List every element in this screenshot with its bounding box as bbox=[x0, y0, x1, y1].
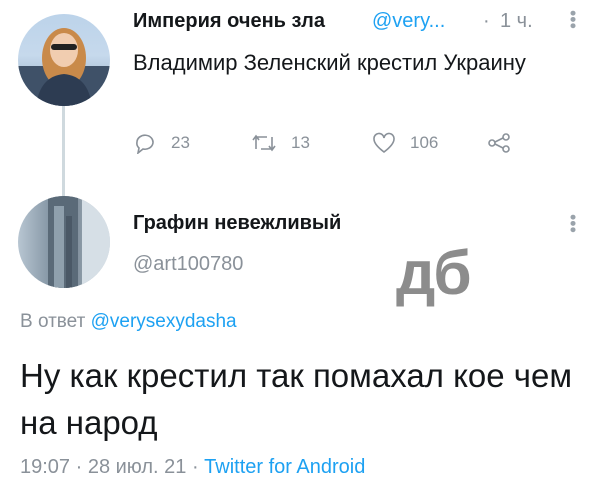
author-name[interactable]: Графин невежливый bbox=[133, 212, 341, 235]
avatar[interactable] bbox=[18, 14, 110, 106]
reply-to-handle[interactable]: @verysexydasha bbox=[91, 311, 237, 332]
retweet-count: 13 bbox=[291, 133, 310, 152]
reply-prefix: В ответ bbox=[20, 311, 86, 332]
more-icon[interactable]: ••• bbox=[562, 10, 583, 29]
tweet-text: Владимир Зеленский крестил Украину bbox=[133, 50, 526, 75]
reply-to-line: В ответ @verysexydasha bbox=[20, 311, 237, 333]
avatar[interactable] bbox=[18, 196, 110, 288]
reply-button[interactable]: 23 bbox=[133, 132, 190, 154]
author-name[interactable]: Империя очень зла bbox=[133, 10, 325, 33]
author-handle[interactable]: @very... bbox=[372, 10, 445, 33]
more-icon[interactable]: ••• bbox=[562, 214, 583, 233]
thread-connector-line bbox=[62, 100, 65, 198]
tweet-timestamp[interactable]: 19:07 · 28 июл. 21 · bbox=[20, 456, 199, 478]
retweet-button[interactable]: 13 bbox=[251, 132, 310, 154]
reply-count: 23 bbox=[171, 133, 190, 152]
share-icon bbox=[487, 132, 511, 154]
author-handle[interactable]: @art100780 bbox=[133, 253, 243, 276]
tweet-meta: 19:07 · 28 июл. 21 · Twitter for Android bbox=[20, 456, 365, 479]
retweet-icon bbox=[251, 132, 277, 154]
tweet-text: Ну как крестил так помахал кое чем на на… bbox=[20, 357, 573, 441]
tweet-time[interactable]: 1 ч. bbox=[500, 10, 533, 33]
reply-icon bbox=[133, 132, 157, 154]
watermark: дб bbox=[396, 239, 472, 308]
tweet-client[interactable]: Twitter for Android bbox=[204, 456, 365, 478]
separator-dot: · bbox=[483, 10, 490, 32]
like-icon bbox=[372, 132, 396, 154]
share-button[interactable] bbox=[487, 132, 511, 154]
like-button[interactable]: 106 bbox=[372, 132, 438, 154]
like-count: 106 bbox=[410, 133, 439, 152]
